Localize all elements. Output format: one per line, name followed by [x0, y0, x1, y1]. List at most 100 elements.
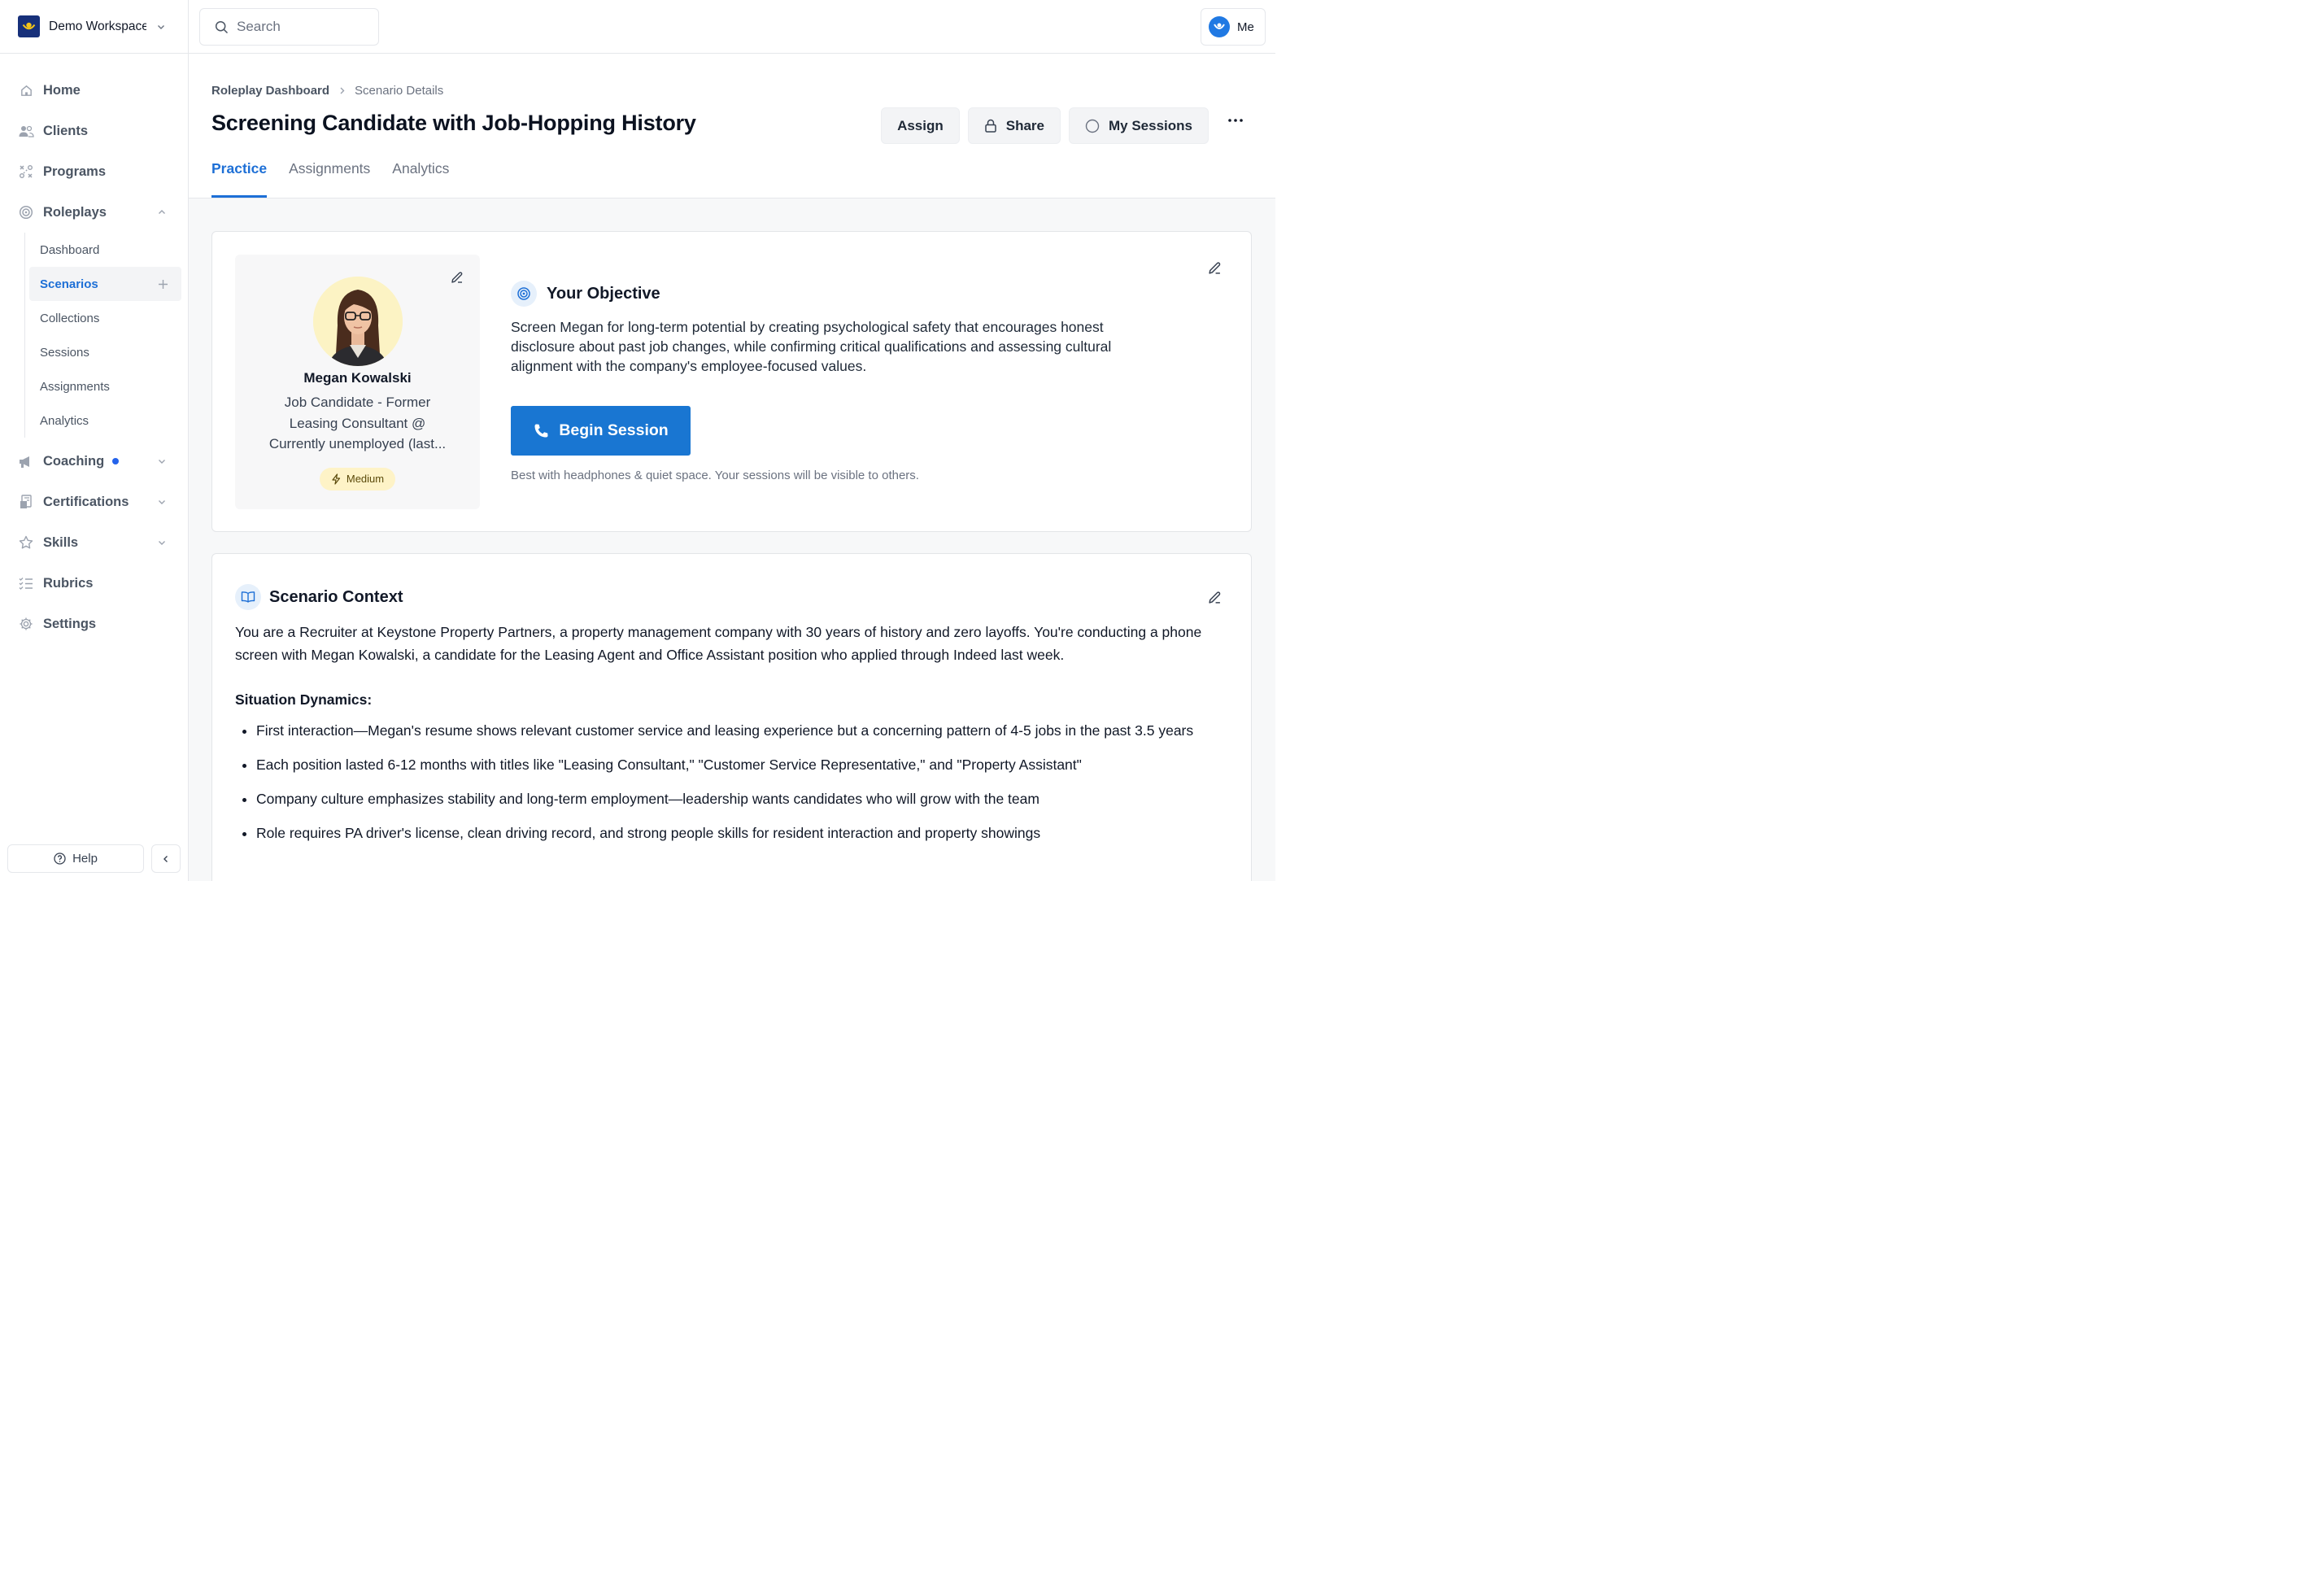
sidebar-item-certifications[interactable]: Certifications [0, 482, 188, 522]
main-content: Megan Kowalski Job Candidate - Former Le… [189, 198, 1275, 881]
workspace-switcher[interactable]: Demo Workspace [0, 0, 188, 54]
sidebar-item-settings[interactable]: Settings [0, 604, 188, 644]
edit-objective-icon[interactable] [1208, 261, 1222, 275]
sidebar-item-label: Home [43, 82, 81, 98]
workspace-logo-icon [18, 15, 40, 37]
subnav-collections[interactable]: Collections [25, 301, 188, 335]
persona-role-line: Job Candidate - Former [284, 395, 431, 410]
chevron-down-icon [157, 538, 167, 547]
book-icon [235, 584, 261, 610]
persona-card: Megan Kowalski Job Candidate - Former Le… [235, 255, 480, 509]
help-circle-icon [54, 853, 66, 865]
user-avatar [1209, 16, 1230, 37]
context-intro: You are a Recruiter at Keystone Property… [235, 624, 1202, 663]
scenario-context-card: Scenario Context You are a Recruiter at … [211, 553, 1252, 881]
home-icon [18, 82, 34, 98]
header-actions: Assign Share My Sessions [881, 107, 1209, 144]
target-icon [18, 204, 34, 220]
breadcrumb-current: Scenario Details [355, 84, 444, 98]
help-button[interactable]: Help [7, 844, 144, 873]
notification-dot [112, 458, 120, 464]
my-sessions-label: My Sessions [1109, 117, 1192, 133]
megaphone-icon [18, 453, 34, 469]
assign-label: Assign [897, 117, 944, 133]
objective-header: Your Objective [511, 281, 1113, 307]
gear-icon [18, 616, 34, 632]
sidebar-item-label: Skills [43, 534, 79, 550]
sidebar-item-label: Programs [43, 164, 107, 179]
objective-text: Screen Megan for long-term potential by … [511, 319, 1112, 374]
assign-button[interactable]: Assign [881, 107, 960, 144]
my-sessions-button[interactable]: My Sessions [1069, 107, 1209, 144]
page-header: Roleplay Dashboard Scenario Details Scre… [189, 54, 1275, 198]
dynamics-heading: Situation Dynamics: [235, 691, 373, 708]
sidebar-footer: Help [7, 844, 181, 873]
tab-bar: Practice Assignments Analytics [211, 160, 449, 198]
target-icon [511, 281, 537, 307]
search-input[interactable] [237, 19, 367, 35]
subnav-scenarios-label: Scenarios [40, 277, 98, 291]
sidebar-item-coaching[interactable]: Coaching [0, 441, 188, 482]
list-check-icon [18, 575, 34, 591]
share-button[interactable]: Share [967, 107, 1061, 144]
breadcrumb: Roleplay Dashboard Scenario Details [211, 84, 443, 98]
list-item: Each position lasted 6-12 months with ti… [256, 753, 1223, 777]
edit-persona-icon[interactable] [451, 271, 464, 284]
user-menu-button[interactable]: Me [1201, 8, 1266, 46]
sidebar-item-label: Rubrics [43, 575, 94, 591]
edit-context-icon[interactable] [1208, 591, 1222, 604]
session-hint: Best with headphones & quiet space. Your… [511, 469, 919, 482]
context-body: You are a Recruiter at Keystone Property… [235, 621, 1223, 856]
chevron-right-icon [338, 86, 346, 95]
add-scenario-icon[interactable] [158, 279, 168, 290]
sidebar-item-skills[interactable]: Skills [0, 522, 188, 563]
sidebar-item-clients[interactable]: Clients [0, 111, 188, 151]
breadcrumb-root-link[interactable]: Roleplay Dashboard [211, 84, 329, 98]
search-box[interactable] [199, 8, 379, 46]
more-options-icon[interactable] [1228, 119, 1243, 122]
dynamics-list: First interaction—Megan's resume shows r… [235, 719, 1223, 845]
topbar: Me [189, 0, 1275, 54]
tab-analytics[interactable]: Analytics [392, 160, 449, 198]
subnav-sessions[interactable]: Sessions [25, 335, 188, 369]
persona-avatar [312, 277, 403, 366]
programs-icon [18, 164, 34, 180]
sidebar-item-rubrics[interactable]: Rubrics [0, 563, 188, 604]
sidebar: Demo Workspace Home Clients Programs Rol… [0, 0, 189, 881]
chevron-down-icon [156, 22, 166, 32]
subnav-assignments[interactable]: Assignments [25, 369, 188, 403]
list-item: First interaction—Megan's resume shows r… [256, 719, 1223, 743]
share-label: Share [1005, 117, 1044, 133]
certificate-icon [18, 494, 34, 510]
difficulty-label: Medium [346, 473, 385, 485]
begin-session-label: Begin Session [559, 421, 669, 439]
subnav-analytics[interactable]: Analytics [25, 403, 188, 438]
context-header: Scenario Context [235, 584, 403, 610]
persona-role: Job Candidate - Former Leasing Consultan… [256, 392, 460, 455]
persona-role-line: Leasing Consultant @ [289, 415, 426, 431]
main-nav: Home Clients Programs Roleplays Dashboar… [0, 54, 188, 644]
star-icon [18, 534, 34, 551]
chevron-left-icon [161, 854, 171, 864]
collapse-sidebar-button[interactable] [151, 844, 181, 873]
sidebar-item-programs[interactable]: Programs [0, 151, 188, 192]
tab-practice[interactable]: Practice [211, 160, 268, 198]
subnav-dashboard[interactable]: Dashboard [25, 233, 188, 267]
sidebar-item-label: Certifications [43, 494, 129, 509]
user-label: Me [1237, 20, 1254, 34]
page-title: Screening Candidate with Job-Hopping His… [211, 111, 696, 135]
objective-title: Your Objective [547, 284, 660, 303]
chevron-down-icon [157, 456, 167, 466]
lightning-icon [331, 473, 342, 485]
sidebar-item-label: Coaching [43, 453, 105, 469]
sidebar-item-home[interactable]: Home [0, 70, 188, 111]
tab-assignments[interactable]: Assignments [289, 160, 370, 198]
sidebar-item-roleplays[interactable]: Roleplays [0, 192, 188, 233]
sidebar-item-label: Roleplays [43, 204, 107, 220]
begin-session-button[interactable]: Begin Session [511, 406, 691, 456]
persona-role-line: Currently unemployed (last... [268, 436, 447, 451]
subnav-scenarios[interactable]: Scenarios [29, 267, 181, 301]
lock-icon [984, 119, 997, 133]
search-icon [215, 20, 229, 34]
sidebar-item-label: Clients [43, 123, 89, 138]
